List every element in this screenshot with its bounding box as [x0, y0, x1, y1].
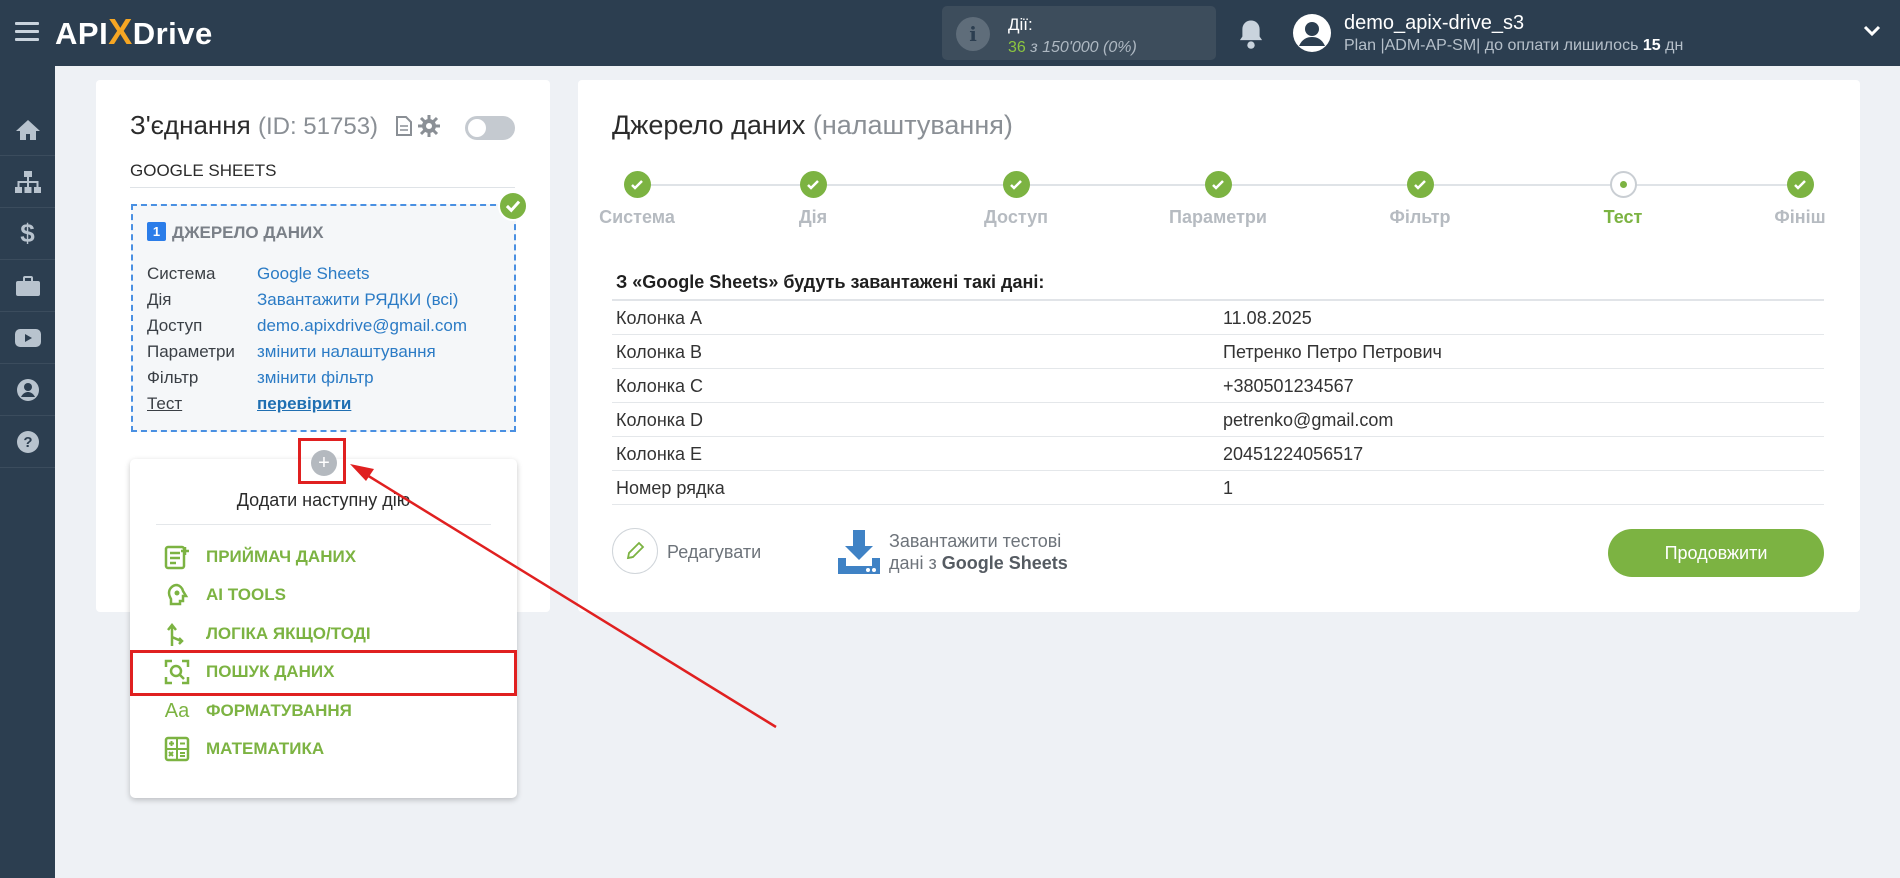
actions-count: 36 з 150'000 (0%) [1008, 39, 1137, 56]
sitemap-icon [14, 170, 41, 193]
check-icon [623, 171, 651, 198]
popup-divider [156, 524, 491, 525]
youtube-icon [14, 328, 41, 347]
source-settings-title: Джерело даних (налаштування) [612, 110, 1013, 140]
add-math-item[interactable]: МАТЕМАТИКА [162, 734, 324, 764]
source-settings-card: Джерело даних (налаштування) Система Дія… [578, 80, 1860, 612]
source-row-filter: Фільтр змінити фільтр [147, 368, 374, 387]
check-icon [1406, 171, 1434, 198]
gear-icon[interactable] [418, 115, 440, 137]
add-action-popup: Додати наступну дію ПРИЙМАЧ ДАНИХ AI TOO… [130, 459, 517, 798]
info-icon: i [956, 17, 990, 51]
table-row: Колонка B Петренко Петро Петрович [612, 335, 1824, 369]
sidebar: $ ? [0, 66, 55, 878]
sidebar-item-home[interactable] [0, 104, 55, 156]
add-ai-tools-item[interactable]: AI TOOLS [162, 580, 286, 610]
add-receiver-item[interactable]: ПРИЙМАЧ ДАНИХ [162, 542, 356, 572]
step-filter[interactable]: Фільтр [1350, 171, 1490, 228]
document-icon[interactable] [396, 116, 412, 136]
home-icon [15, 119, 40, 140]
connection-title: З'єднання (ID: 51753) [130, 110, 379, 140]
table-row: Колонка Dpetrenko@gmail.com [612, 403, 1824, 437]
source-action-link[interactable]: Завантажити РЯДКИ (всі) [257, 290, 458, 309]
table-row: Номер рядка 1 [612, 471, 1824, 505]
download-test-data-link[interactable]: Завантажити тестові дані з Google Sheets [889, 530, 1068, 574]
user-name[interactable]: demo_apix-drive_s3 [1344, 12, 1524, 35]
sidebar-item-services[interactable] [0, 260, 55, 312]
check-icon [799, 171, 827, 198]
bell-icon[interactable] [1236, 18, 1266, 50]
check-icon [498, 191, 528, 221]
user-avatar-icon[interactable] [1293, 14, 1331, 52]
step-finish[interactable]: Фініш [1730, 171, 1870, 228]
check-icon [1002, 171, 1030, 198]
ai-tools-icon [162, 580, 192, 610]
receiver-icon [162, 542, 192, 572]
pencil-icon [626, 541, 645, 560]
add-formatting-item[interactable]: Aa ФОРМАТУВАННЯ [162, 696, 352, 726]
plus-highlight-frame [298, 438, 346, 484]
dollar-icon: $ [20, 218, 35, 248]
logic-icon [162, 619, 192, 649]
table-row: Колонка A 11.08.2025 [612, 301, 1824, 335]
step-access[interactable]: Доступ [946, 171, 1086, 228]
download-icon[interactable] [836, 528, 882, 576]
sidebar-item-help[interactable]: ? [0, 416, 55, 468]
source-test-link[interactable]: перевірити [257, 394, 351, 413]
source-row-system: Система Google Sheets [147, 264, 370, 283]
source-block[interactable]: 1 ДЖЕРЕЛО ДАНИХ Система Google Sheets Дія З… [131, 204, 516, 432]
source-access-link[interactable]: demo.apixdrive@gmail.com [257, 316, 467, 335]
step-system[interactable]: Система [567, 171, 707, 228]
continue-button[interactable]: Продовжити [1608, 529, 1824, 577]
check-icon [1786, 171, 1814, 198]
sidebar-item-billing[interactable]: $ [0, 208, 55, 260]
edit-button[interactable] [612, 528, 658, 574]
sidebar-item-profile[interactable] [0, 364, 55, 416]
connection-toggle[interactable] [465, 116, 515, 140]
sidebar-item-connections[interactable] [0, 156, 55, 208]
step-params[interactable]: Параметри [1148, 171, 1288, 228]
sidebar-item-video[interactable] [0, 312, 55, 364]
top-bar: APIXDrive i Дії: 36 з 150'000 (0%) demo_… [0, 0, 1900, 66]
actions-counter: i Дії: 36 з 150'000 (0%) [942, 6, 1216, 60]
step-test[interactable]: Тест [1553, 171, 1693, 228]
help-icon: ? [16, 430, 39, 453]
table-row: Колонка E 20451224056517 [612, 437, 1824, 471]
edit-label[interactable]: Редагувати [667, 542, 761, 563]
source-system-link[interactable]: Google Sheets [257, 264, 369, 283]
actions-label: Дії: [1008, 15, 1033, 34]
source-row-access: Доступ demo.apixdrive@gmail.com [147, 316, 468, 335]
search-data-highlight-frame [130, 650, 517, 696]
source-row-params: Параметри змінити налаштування [147, 342, 436, 361]
current-step-indicator [1609, 171, 1637, 198]
connection-name[interactable]: GOOGLE SHEETS [130, 161, 515, 188]
add-action-title: Додати наступну дію [236, 490, 411, 510]
source-row-test: Тест перевірити [147, 394, 352, 413]
source-params-link[interactable]: змінити налаштування [257, 342, 436, 361]
source-heading: 1 ДЖЕРЕЛО ДАНИХ [147, 222, 324, 243]
svg-text:?: ? [23, 434, 32, 451]
step-action[interactable]: Дія [743, 171, 883, 228]
user-plan: Plan |ADM-AP-SM| до оплати лишилось 15 д… [1344, 37, 1684, 54]
add-logic-item[interactable]: ЛОГІКА ЯКЩО/ТОДІ [162, 619, 371, 649]
user-icon [16, 378, 39, 401]
apixdrive-logo[interactable]: APIXDrive [55, 11, 213, 53]
table-row: Колонка C +380501234567 [612, 369, 1824, 403]
source-row-action: Дія Завантажити РЯДКИ (всі) [147, 290, 459, 309]
chevron-down-icon[interactable] [1862, 24, 1882, 38]
hamburger-menu-icon[interactable] [15, 22, 39, 42]
formatting-icon: Aa [164, 699, 190, 722]
math-icon [162, 734, 192, 764]
check-icon [1204, 171, 1232, 198]
briefcase-icon [15, 275, 40, 296]
source-filter-link[interactable]: змінити фільтр [257, 368, 374, 387]
data-heading: З «Google Sheets» будуть завантажені так… [612, 272, 1824, 301]
